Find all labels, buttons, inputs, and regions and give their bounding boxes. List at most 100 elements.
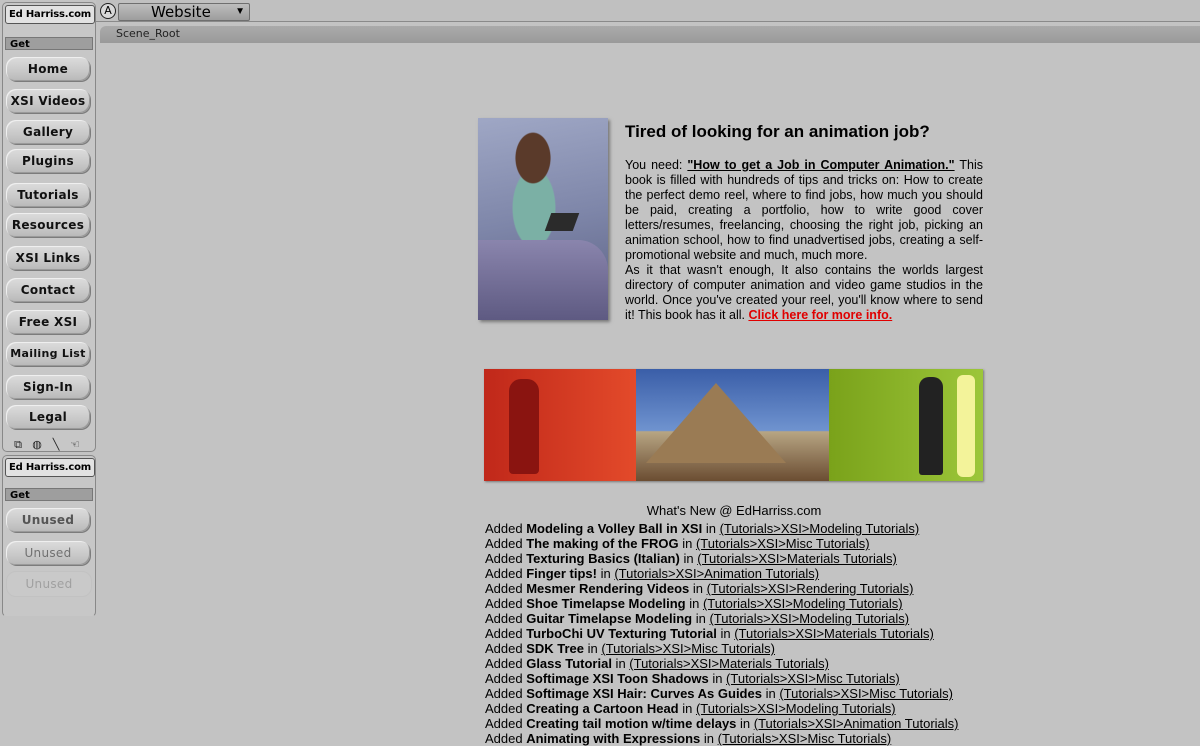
list-item: Added SDK Tree in (Tutorials>XSI>Misc Tu…: [485, 641, 958, 656]
ad-text-block: Tired of looking for an animation job? Y…: [625, 122, 983, 323]
whats-new-title: What's New @ EdHarriss.com: [646, 503, 822, 518]
news-in: in: [716, 626, 735, 641]
couch-shape: [478, 240, 608, 320]
banner-image-green-room: [829, 369, 983, 481]
news-prefix: Added: [485, 716, 527, 731]
panel-title: Ed Harriss.com: [5, 458, 95, 477]
category-link[interactable]: (Tutorials>XSI>Misc Tutorials): [726, 671, 900, 686]
news-prefix: Added: [485, 641, 527, 656]
scene-root-bar: Scene_Root: [100, 26, 1200, 43]
news-in: in: [761, 686, 780, 701]
tutorial-name: SDK Tree: [526, 641, 585, 656]
category-link[interactable]: (Tutorials>XSI>Modeling Tutorials): [696, 701, 896, 716]
tutorial-name: Modeling a Volley Ball in XSI: [526, 521, 703, 536]
laptop-shape: [544, 213, 580, 231]
news-prefix: Added: [485, 581, 527, 596]
category-link[interactable]: (Tutorials>XSI>Rendering Tutorials): [707, 581, 914, 596]
nav-button-xsi-videos[interactable]: XSI Videos: [6, 89, 90, 113]
category-link[interactable]: (Tutorials>XSI>Misc Tutorials): [718, 731, 892, 746]
news-in: in: [678, 536, 696, 551]
get-bar[interactable]: Get: [5, 37, 93, 50]
sphere-icon[interactable]: ◍: [30, 438, 44, 452]
nav-button-gallery[interactable]: Gallery: [6, 120, 90, 144]
tutorial-name: Guitar Timelapse Modeling: [526, 611, 693, 626]
website-dropdown[interactable]: Website ▼: [118, 3, 250, 21]
news-in: in: [596, 566, 615, 581]
news-prefix: Added: [485, 686, 527, 701]
nav-button-home[interactable]: Home: [6, 57, 90, 81]
category-link[interactable]: (Tutorials>XSI>Materials Tutorials): [734, 626, 934, 641]
category-link[interactable]: (Tutorials>XSI>Misc Tutorials): [779, 686, 953, 701]
category-link[interactable]: (Tutorials>XSI>Modeling Tutorials): [703, 596, 903, 611]
nav-button-xsi-links[interactable]: XSI Links: [6, 246, 90, 270]
nav-button-free-xsi[interactable]: Free XSI: [6, 310, 90, 334]
list-item: Added The making of the FROG in (Tutoria…: [485, 536, 958, 551]
more-info-link[interactable]: Click here for more info.: [748, 308, 892, 322]
panel-title: Ed Harriss.com: [5, 5, 95, 24]
category-link[interactable]: (Tutorials>XSI>Misc Tutorials): [601, 641, 775, 656]
list-item: Added Animating with Expressions in (Tut…: [485, 731, 958, 746]
list-item: Added Creating a Cartoon Head in (Tutori…: [485, 701, 958, 716]
chevron-down-icon: ▼: [235, 6, 245, 17]
list-item: Added Shoe Timelapse Modeling in (Tutori…: [485, 596, 958, 611]
news-in: in: [679, 551, 698, 566]
news-in: in: [685, 596, 703, 611]
news-prefix: Added: [485, 671, 527, 686]
news-in: in: [736, 716, 754, 731]
category-link[interactable]: (Tutorials>XSI>Materials Tutorials): [697, 551, 897, 566]
ad-body-text-1: This book is filled with hundreds of tip…: [625, 158, 983, 262]
news-prefix: Added: [485, 596, 527, 611]
nav-button-tutorials[interactable]: Tutorials: [6, 183, 90, 207]
tutorial-name: Softimage XSI Hair: Curves As Guides: [526, 686, 762, 701]
tutorial-name: The making of the FROG: [526, 536, 679, 551]
news-in: in: [708, 671, 727, 686]
book-title-link[interactable]: "How to get a Job in Computer Animation.…: [687, 158, 954, 172]
category-link[interactable]: (Tutorials>XSI>Animation Tutorials): [614, 566, 819, 581]
unused-button[interactable]: Unused: [6, 541, 90, 565]
hand-icon[interactable]: ☜: [68, 438, 82, 452]
category-link[interactable]: (Tutorials>XSI>Modeling Tutorials): [709, 611, 909, 626]
tutorial-name: Texturing Basics (Italian): [526, 551, 680, 566]
news-prefix: Added: [485, 611, 527, 626]
banner-image-red-room: [484, 369, 636, 481]
news-in: in: [700, 731, 718, 746]
list-item: Added Glass Tutorial in (Tutorials>XSI>M…: [485, 656, 958, 671]
unused-button[interactable]: Unused: [6, 508, 90, 532]
mode-button[interactable]: A: [100, 3, 116, 19]
tutorial-name: Creating tail motion w/time delays: [526, 716, 737, 731]
nav-button-mailing-list[interactable]: Mailing List: [6, 342, 90, 366]
news-in: in: [702, 521, 720, 536]
ad-body: You need: "How to get a Job in Computer …: [625, 158, 983, 323]
category-link[interactable]: (Tutorials>XSI>Modeling Tutorials): [720, 521, 920, 536]
get-bar[interactable]: Get: [5, 488, 93, 501]
list-item: Added Texturing Basics (Italian) in (Tut…: [485, 551, 958, 566]
news-prefix: Added: [485, 731, 527, 746]
website-dropdown-label: Website: [151, 3, 211, 21]
top-toolbar: A Website ▼: [96, 0, 1200, 22]
category-link[interactable]: (Tutorials>XSI>Animation Tutorials): [754, 716, 959, 731]
unused-button[interactable]: Unused: [6, 571, 92, 597]
category-link[interactable]: (Tutorials>XSI>Materials Tutorials): [629, 656, 829, 671]
category-link[interactable]: (Tutorials>XSI>Misc Tutorials): [696, 536, 870, 551]
news-prefix: Added: [485, 626, 527, 641]
nav-button-plugins[interactable]: Plugins: [6, 149, 90, 173]
tutorial-name: Softimage XSI Toon Shadows: [526, 671, 709, 686]
list-item: Added Finger tips! in (Tutorials>XSI>Ani…: [485, 566, 958, 581]
news-in: in: [692, 611, 710, 626]
nav-button-sign-in[interactable]: Sign-In: [6, 375, 90, 399]
nav-panel: Ed Harriss.com Get Home XSI Videos Galle…: [2, 2, 96, 452]
nav-button-legal[interactable]: Legal: [6, 405, 90, 429]
cube-icon[interactable]: ⧉: [11, 438, 25, 452]
nav-button-contact[interactable]: Contact: [6, 278, 90, 302]
tutorial-name: Glass Tutorial: [526, 656, 612, 671]
ad-photo-woman-laptop[interactable]: [478, 118, 608, 320]
list-item: Added Creating tail motion w/time delays…: [485, 716, 958, 731]
news-in: in: [611, 656, 630, 671]
list-item: Added Modeling a Volley Ball in XSI in (…: [485, 521, 958, 536]
gallery-banner[interactable]: [484, 369, 983, 481]
whats-new-list: Added Modeling a Volley Ball in XSI in (…: [485, 521, 958, 746]
nav-button-resources[interactable]: Resources: [6, 213, 90, 237]
tool-icon-row: ⧉ ◍ ╲ ☜: [11, 435, 91, 452]
brush-icon[interactable]: ╲: [49, 438, 63, 452]
list-item: Added Softimage XSI Toon Shadows in (Tut…: [485, 671, 958, 686]
